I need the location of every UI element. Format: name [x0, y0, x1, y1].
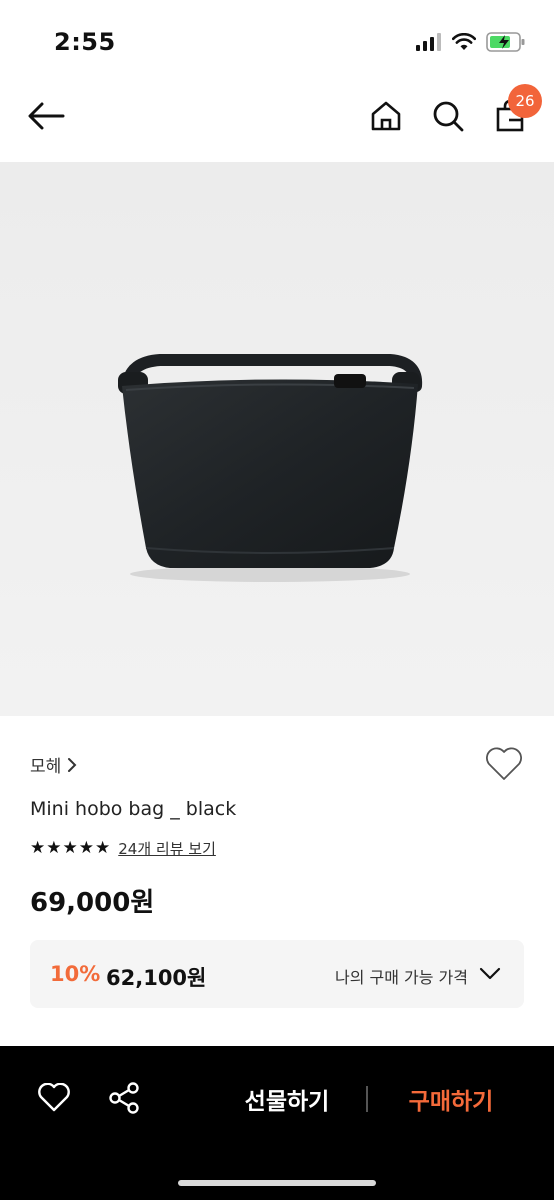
home-icon	[371, 101, 401, 131]
share-icon	[109, 1082, 139, 1114]
heart-icon	[486, 747, 522, 780]
status-time: 2:55	[54, 28, 116, 56]
discount-rate: 10%	[50, 962, 101, 986]
star-icon: ★	[78, 838, 94, 858]
heart-icon	[38, 1083, 70, 1112]
share-button[interactable]	[102, 1076, 146, 1120]
battery-icon	[486, 32, 525, 52]
search-button[interactable]	[426, 94, 470, 138]
brand-link[interactable]: 모헤	[30, 752, 77, 777]
chevron-down-icon	[479, 967, 501, 980]
star-icon: ★	[62, 838, 78, 858]
navigation-bar	[0, 80, 554, 162]
gift-button[interactable]: 선물하기	[212, 1082, 362, 1116]
buy-button[interactable]: 구매하기	[376, 1082, 526, 1116]
bottom-action-bar: 선물하기 구매하기	[0, 1046, 554, 1200]
search-icon	[433, 101, 464, 132]
rating-row: ★ ★ ★ ★ ★ 24개 리뷰 보기	[30, 838, 216, 859]
star-icon: ★	[30, 838, 46, 858]
star-icon: ★	[95, 838, 111, 858]
wishlist-button[interactable]	[484, 746, 524, 786]
status-icons	[416, 32, 526, 52]
chevron-right-icon	[68, 757, 77, 772]
my-price-dropdown[interactable]: 10% 62,100원 나의 구매 가능 가격	[30, 940, 524, 1008]
product-price: 69,000원	[30, 888, 155, 918]
star-icon: ★	[46, 838, 62, 858]
rating-stars: ★ ★ ★ ★ ★	[30, 840, 110, 857]
back-arrow-icon	[28, 102, 65, 130]
discount-price: 62,100원	[106, 966, 207, 990]
back-button[interactable]	[24, 94, 68, 138]
wifi-icon	[452, 33, 476, 50]
status-bar: 2:55	[0, 0, 554, 80]
home-button[interactable]	[364, 94, 408, 138]
divider	[366, 1086, 368, 1112]
cart-count-badge: 26	[508, 84, 542, 118]
bottom-wishlist-button[interactable]	[32, 1076, 76, 1120]
my-price-label: 나의 구매 가능 가격	[334, 968, 468, 987]
product-image[interactable]	[0, 162, 554, 716]
home-indicator	[178, 1180, 376, 1186]
signal-icon	[416, 33, 441, 51]
product-name: Mini hobo bag _ black	[30, 798, 237, 820]
bag-illustration	[0, 162, 554, 716]
brand-name: 모헤	[30, 757, 62, 777]
review-link[interactable]: 24개 리뷰 보기	[118, 838, 216, 859]
